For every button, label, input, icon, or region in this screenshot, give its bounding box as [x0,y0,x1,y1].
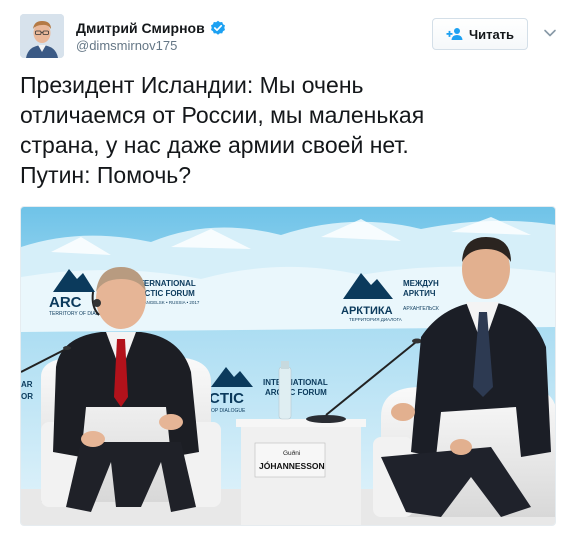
display-name[interactable]: Дмитрий Смирнов [76,20,205,36]
tweet-header: Дмитрий Смирнов @dimsmirnov175 Читать [20,14,560,58]
user-handle[interactable]: @dimsmirnov175 [76,38,177,53]
edge-text-2: OR [21,392,33,401]
forum-line2-lower: ARCTIC FORUM [265,388,327,397]
follow-button[interactable]: Читать [432,18,528,50]
tweet-photo[interactable]: ARC TERRITORY OF DIALOGUE INTERNATIONAL … [20,206,556,526]
logo-text-lower: CTIC [209,390,244,407]
nameplate-first: Guðni [283,449,300,457]
logo-sub-ru: ТЕРРИТОРИЯ ДИАЛОГА [349,317,402,322]
logo-text: ARC [49,294,82,311]
forum-line1-ru: МЕЖДУН [403,279,439,288]
follow-label: Читать [468,26,515,42]
nameplate-last: JÓHANNESSON [259,460,325,471]
avatar[interactable] [20,14,64,58]
tweet-card: Дмитрий Смирнов @dimsmirnov175 Читать Пр… [0,0,570,545]
logo-text-ru: АРКТИКА [341,305,393,317]
nameplate: Guðni JÓHANNESSON [254,442,326,478]
tweet-text: Президент Исландии: Мы очень отличаемся … [20,70,550,190]
edge-text: AR [21,380,33,389]
follow-plus-icon [446,27,464,41]
forum-place-ru: АРХАНГЕЛЬСК [403,306,439,312]
logo-sub-lower: OP DIALOGUE [211,408,246,414]
chevron-down-icon[interactable] [542,26,558,40]
forum-line1-lower: INTERNATIONAL [263,378,328,387]
tweet-text-line: Путин: Помочь? [20,162,192,188]
tweet-text-line: Президент Исландии: Мы очень [20,72,364,98]
name-row: Дмитрий Смирнов [76,18,226,38]
forum-line2-ru: АРКТИЧ [403,289,436,298]
tweet-text-line: отличаемся от России, мы маленькая [20,102,425,128]
tweet-text-line: страна, у нас даже армии своей нет. [20,132,409,158]
verified-badge-icon [210,20,226,36]
